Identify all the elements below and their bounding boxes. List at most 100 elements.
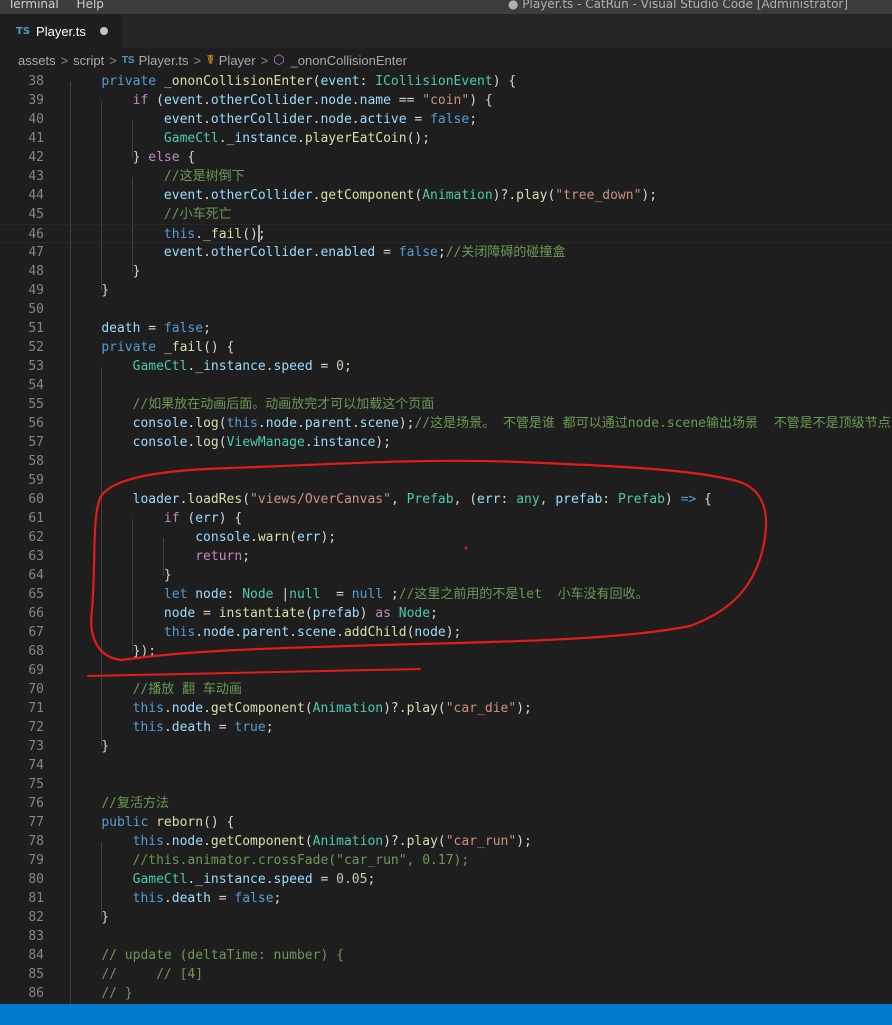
code-line[interactable]: 63 return; (0, 547, 892, 566)
code-line[interactable]: 61 if (err) { (0, 509, 892, 528)
code-line[interactable]: 48 } (0, 262, 892, 281)
code-line[interactable]: 85 // // [4] (0, 965, 892, 984)
code-line[interactable]: 83 (0, 927, 892, 946)
breadcrumb-file[interactable]: Player.ts (139, 53, 189, 68)
unsaved-dot-icon[interactable] (100, 27, 108, 35)
code-line[interactable]: 50 (0, 300, 892, 319)
code-text[interactable]: console.log(this.node.parent.scene);//这是… (70, 414, 891, 433)
code-line[interactable]: 86 // } (0, 984, 892, 1003)
code-text[interactable]: //如果放在动画后面。动画放完才可以加载这个页面 (70, 395, 435, 414)
code-line[interactable]: 58 (0, 452, 892, 471)
code-line[interactable]: 39 if (event.otherCollider.node.name == … (0, 91, 892, 110)
code-text[interactable]: node = instantiate(prefab) as Node; (70, 604, 438, 623)
code-text[interactable]: death = false; (70, 319, 211, 338)
code-editor[interactable]: 38 private _ononCollisionEnter(event: IC… (0, 72, 892, 1004)
code-text[interactable]: this.death = false; (70, 889, 282, 908)
code-text[interactable]: } (70, 281, 109, 300)
code-text[interactable]: } (70, 908, 109, 927)
code-line[interactable]: 60 loader.loadRes("views/OverCanvas", Pr… (0, 490, 892, 509)
code-line[interactable]: 77 public reborn() { (0, 813, 892, 832)
code-line[interactable]: 44 event.otherCollider.getComponent(Anim… (0, 186, 892, 205)
code-line[interactable]: 79 //this.animator.crossFade("car_run", … (0, 851, 892, 870)
code-text[interactable]: if (err) { (70, 509, 242, 528)
code-line[interactable]: 41 GameCtl._instance.playerEatCoin(); (0, 129, 892, 148)
code-text[interactable]: this.death = true; (70, 718, 274, 737)
code-text[interactable]: console.warn(err); (70, 528, 336, 547)
code-line[interactable]: 76 //复活方法 (0, 794, 892, 813)
code-text[interactable]: this._fail(); (70, 225, 266, 244)
menu-terminal[interactable]: Terminal (8, 0, 59, 11)
code-line[interactable]: 64 } (0, 566, 892, 585)
code-text[interactable]: loader.loadRes("views/OverCanvas", Prefa… (70, 490, 712, 509)
code-line[interactable]: 47 event.otherCollider.enabled = false;/… (0, 243, 892, 262)
code-line[interactable]: 81 this.death = false; (0, 889, 892, 908)
code-line[interactable]: 82 } (0, 908, 892, 927)
code-text[interactable]: return; (70, 547, 250, 566)
code-text[interactable]: GameCtl._instance.playerEatCoin(); (70, 129, 430, 148)
breadcrumb-assets[interactable]: assets (18, 53, 56, 68)
code-line[interactable]: 68 }); (0, 642, 892, 661)
code-text[interactable]: private _ononCollisionEnter(event: IColl… (70, 72, 516, 91)
code-line[interactable]: 71 this.node.getComponent(Animation)?.pl… (0, 699, 892, 718)
breadcrumb-class[interactable]: Player (219, 53, 256, 68)
code-line[interactable]: 38 private _ononCollisionEnter(event: IC… (0, 72, 892, 91)
breadcrumb-method[interactable]: _ononCollisionEnter (291, 53, 407, 68)
code-line[interactable]: 57 console.log(ViewManage.instance); (0, 433, 892, 452)
code-line[interactable]: 80 GameCtl._instance.speed = 0.05; (0, 870, 892, 889)
code-line[interactable]: 78 this.node.getComponent(Animation)?.pl… (0, 832, 892, 851)
code-line[interactable]: 62 console.warn(err); (0, 528, 892, 547)
code-line[interactable]: 70 //播放 翻 车动画 (0, 680, 892, 699)
code-line[interactable]: 45 //小车死亡 (0, 205, 892, 224)
code-text[interactable]: // update (deltaTime: number) { (70, 946, 344, 965)
code-line[interactable]: 67 this.node.parent.scene.addChild(node)… (0, 623, 892, 642)
code-line[interactable]: 55 //如果放在动画后面。动画放完才可以加载这个页面 (0, 395, 892, 414)
code-text[interactable]: // // [4] (70, 965, 203, 984)
code-text[interactable]: event.otherCollider.getComponent(Animati… (70, 186, 657, 205)
code-text[interactable]: } (70, 737, 109, 756)
menu-help[interactable]: Help (77, 0, 104, 11)
code-line[interactable]: 75 (0, 775, 892, 794)
code-text[interactable]: //复活方法 (70, 794, 169, 813)
code-text[interactable]: this.node.getComponent(Animation)?.play(… (70, 699, 532, 718)
code-text[interactable]: this.node.parent.scene.addChild(node); (70, 623, 461, 642)
code-text[interactable]: this.node.getComponent(Animation)?.play(… (70, 832, 532, 851)
code-text[interactable]: public reborn() { (70, 813, 234, 832)
tab-player-ts[interactable]: TS Player.ts (0, 14, 122, 48)
code-line[interactable]: 74 (0, 756, 892, 775)
code-text[interactable]: } (70, 262, 141, 281)
code-text[interactable]: GameCtl._instance.speed = 0.05; (70, 870, 376, 889)
code-text[interactable]: if (event.otherCollider.node.name == "co… (70, 91, 493, 110)
code-line[interactable]: 40 event.otherCollider.node.active = fal… (0, 110, 892, 129)
code-line[interactable]: 43 //这是树倒下 (0, 167, 892, 186)
code-text[interactable]: console.log(ViewManage.instance); (70, 433, 391, 452)
code-line[interactable]: 65 let node: Node |null = null ;//这里之前用的… (0, 585, 892, 604)
code-text[interactable]: event.otherCollider.enabled = false;//关闭… (70, 243, 565, 262)
code-line[interactable]: 53 GameCtl._instance.speed = 0; (0, 357, 892, 376)
code-text[interactable]: // } (70, 984, 132, 1003)
code-line[interactable]: 66 node = instantiate(prefab) as Node; (0, 604, 892, 623)
code-line[interactable]: 51 death = false; (0, 319, 892, 338)
code-text[interactable]: //小车死亡 (70, 205, 232, 224)
code-line[interactable]: 49 } (0, 281, 892, 300)
code-text[interactable]: GameCtl._instance.speed = 0; (70, 357, 352, 376)
code-text[interactable]: } else { (70, 148, 196, 167)
code-text[interactable]: } (70, 566, 172, 585)
code-text[interactable]: //播放 翻 车动画 (70, 680, 242, 699)
breadcrumb-script[interactable]: script (73, 53, 104, 68)
code-text[interactable]: private _fail() { (70, 338, 234, 357)
code-text[interactable]: //this.animator.crossFade("car_run", 0.1… (70, 851, 470, 870)
code-line[interactable]: 72 this.death = true; (0, 718, 892, 737)
code-line[interactable]: 73 } (0, 737, 892, 756)
code-line[interactable]: 54 (0, 376, 892, 395)
code-text[interactable]: event.otherCollider.node.active = false; (70, 110, 477, 129)
code-line[interactable]: 46 this._fail(); (0, 224, 892, 243)
code-line[interactable]: 56 console.log(this.node.parent.scene);/… (0, 414, 892, 433)
code-line[interactable]: 84 // update (deltaTime: number) { (0, 946, 892, 965)
code-line[interactable]: 59 (0, 471, 892, 490)
code-text[interactable]: let node: Node |null = null ;//这里之前用的不是l… (70, 585, 649, 604)
code-line[interactable]: 52 private _fail() { (0, 338, 892, 357)
code-text[interactable]: //这是树倒下 (70, 167, 245, 186)
code-text[interactable]: }); (70, 642, 156, 661)
code-line[interactable]: 42 } else { (0, 148, 892, 167)
code-line[interactable]: 69 (0, 661, 892, 680)
